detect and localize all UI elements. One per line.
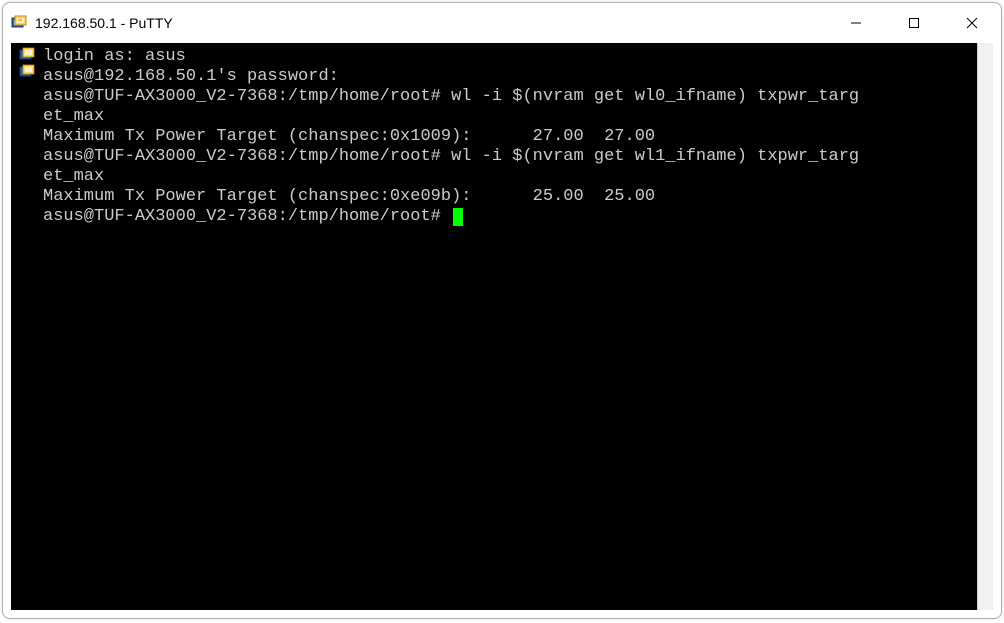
close-button[interactable]	[943, 3, 1001, 43]
terminal-line: asus@192.168.50.1's password:	[43, 67, 977, 87]
terminal-line: et_max	[43, 107, 977, 127]
window-title: 192.168.50.1 - PuTTY	[35, 15, 827, 31]
terminal-area[interactable]: login as: asusasus@192.168.50.1's passwo…	[11, 43, 993, 610]
close-icon	[966, 17, 978, 29]
terminal-content[interactable]: login as: asusasus@192.168.50.1's passwo…	[43, 43, 977, 610]
maximize-button[interactable]	[885, 3, 943, 43]
titlebar[interactable]: 192.168.50.1 - PuTTY	[3, 3, 1001, 43]
terminal-line: et_max	[43, 167, 977, 187]
minimize-icon	[850, 17, 862, 29]
session-icon	[19, 47, 35, 63]
terminal-line: Maximum Tx Power Target (chanspec:0xe09b…	[43, 187, 977, 207]
terminal-line: asus@TUF-AX3000_V2-7368:/tmp/home/root# …	[43, 147, 977, 167]
terminal-cursor	[453, 208, 463, 226]
maximize-icon	[908, 17, 920, 29]
terminal-line: Maximum Tx Power Target (chanspec:0x1009…	[43, 127, 977, 147]
window-controls	[827, 3, 1001, 43]
terminal-gutter	[11, 43, 43, 610]
putty-window: 192.168.50.1 - PuTTY	[2, 2, 1002, 619]
terminal-line: login as: asus	[43, 47, 977, 67]
session-icon	[19, 64, 35, 80]
minimize-button[interactable]	[827, 3, 885, 43]
terminal-line: asus@TUF-AX3000_V2-7368:/tmp/home/root# …	[43, 87, 977, 107]
scrollbar[interactable]	[977, 43, 993, 610]
terminal-line: asus@TUF-AX3000_V2-7368:/tmp/home/root#	[43, 207, 977, 227]
putty-app-icon	[11, 15, 27, 31]
